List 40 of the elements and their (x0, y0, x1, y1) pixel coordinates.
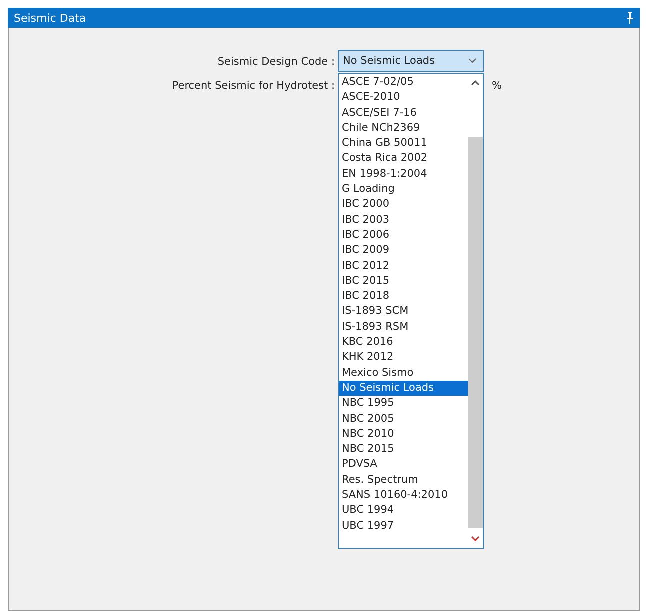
unit-label: % (492, 80, 502, 92)
dropdown-option[interactable]: NBC 2005 (339, 412, 468, 427)
dropdown-option[interactable]: IBC 2009 (339, 243, 468, 259)
dropdown-option[interactable]: ASCE-2010 (339, 90, 468, 106)
field-label: Seismic Design Code : (216, 55, 336, 70)
dropdown-option[interactable]: IS-1893 SCM (339, 304, 468, 320)
dropdown-option[interactable]: ASCE/SEI 7-16 (339, 106, 468, 121)
design-code-dropdown[interactable]: No Seismic Loads (338, 50, 484, 72)
dropdown-option[interactable]: KHK 2012 (339, 350, 468, 366)
dropdown-option[interactable]: ASCE 7-02/05 (339, 75, 468, 90)
scroll-up-icon[interactable] (471, 80, 480, 86)
scrollbar-thumb[interactable] (468, 137, 483, 528)
dropdown-option[interactable]: China GB 50011 (339, 136, 468, 152)
field-label: Percent Seismic for Hydrotest : (171, 79, 336, 94)
dropdown-option[interactable]: IBC 2006 (339, 228, 468, 244)
dropdown-option[interactable]: UBC 1994 (339, 503, 468, 519)
dropdown-option[interactable]: NBC 2010 (339, 426, 468, 442)
dropdown-option[interactable]: IS-1893 RSM (339, 320, 468, 336)
dropdown-option[interactable]: Res. Spectrum (339, 472, 468, 488)
dropdown-option[interactable]: IBC 2003 (339, 212, 468, 228)
dropdown-option[interactable]: NBC 2015 (339, 442, 468, 458)
dropdown-option[interactable]: G Loading (339, 182, 468, 198)
dropdown-option[interactable]: IBC 2000 (339, 197, 468, 213)
dropdown-option[interactable]: IBC 2018 (339, 289, 468, 304)
scroll-down-icon[interactable] (471, 536, 480, 542)
dropdown-option[interactable]: SANS 10160-4:2010 (339, 488, 468, 504)
panel-title: Seismic Data (14, 12, 86, 24)
dropdown-option[interactable]: Costa Rica 2002 (339, 151, 468, 167)
dropdown-option[interactable]: Chile NCh2369 (339, 120, 468, 136)
dropdown-option[interactable]: KBC 2016 (339, 335, 468, 350)
dropdown-option[interactable]: PDVSA (339, 457, 468, 473)
dropdown-option[interactable]: EN 1998-1:2004 (339, 166, 468, 182)
dropdown-option[interactable]: IBC 2015 (339, 274, 468, 290)
dropdown-option[interactable]: Mexico Sismo (339, 366, 468, 381)
pin-icon[interactable] (626, 12, 634, 24)
dropdown-option[interactable]: NBC 1995 (339, 396, 468, 412)
dropdown-option[interactable]: UBC 1997 (339, 518, 468, 534)
dropdown-option[interactable]: IBC 2012 (339, 258, 468, 274)
dropdown-option[interactable]: No Seismic Loads (339, 380, 468, 396)
chevron-down-icon (468, 58, 477, 64)
